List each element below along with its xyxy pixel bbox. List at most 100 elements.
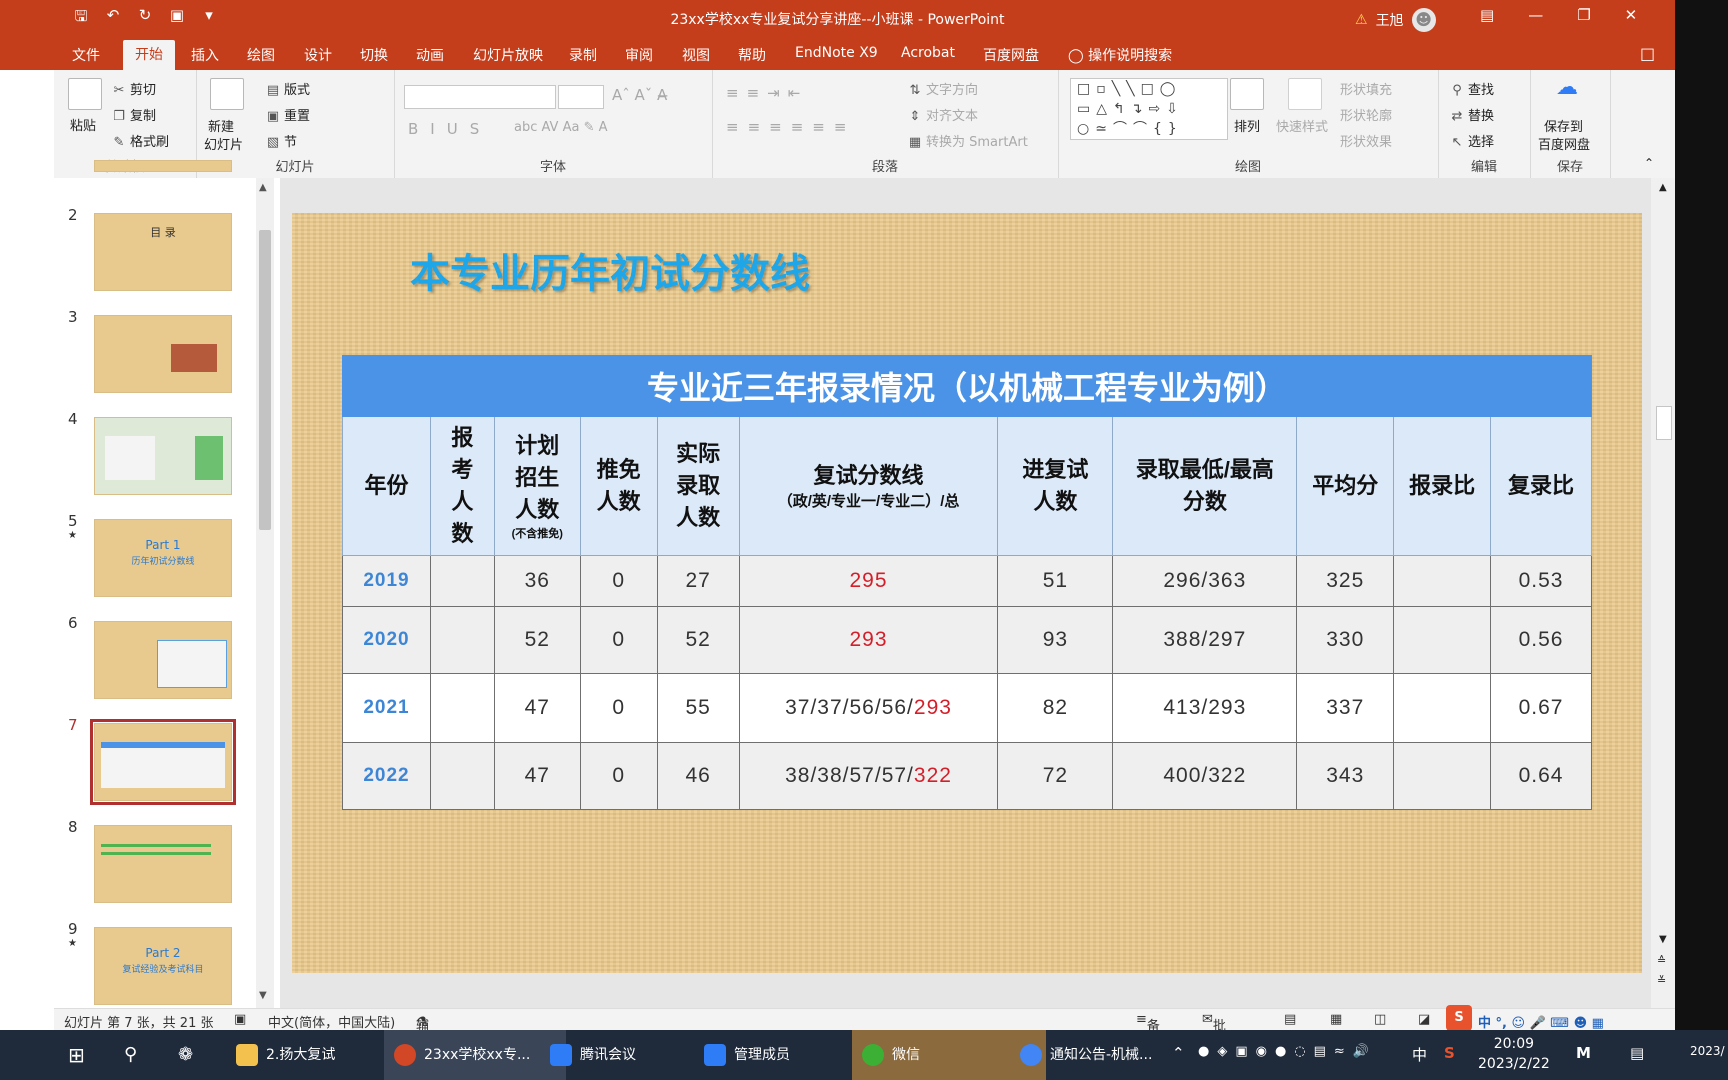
copy-button[interactable]: ❐ 复制 — [112, 105, 156, 124]
scroll-down-icon[interactable]: ▼ — [259, 990, 267, 1001]
taskbar-app-tencent-meeting[interactable]: 腾讯会议 — [540, 1030, 720, 1080]
thumbnail-scrollbar[interactable]: ▲ ▼ — [256, 178, 274, 1008]
tab-transitions[interactable]: 切换 — [360, 45, 388, 65]
replace-button[interactable]: ⇄ 替换 — [1450, 105, 1494, 124]
format-painter-button[interactable]: ✎ 格式刷 — [112, 131, 169, 150]
tab-acrobat[interactable]: Acrobat — [901, 45, 955, 61]
font-size-box[interactable] — [558, 85, 604, 109]
tab-animations[interactable]: 动画 — [416, 45, 444, 65]
select-button[interactable]: ↖ 选择 — [1450, 131, 1494, 150]
tab-record[interactable]: 录制 — [569, 45, 597, 65]
shape-outline-button[interactable]: 形状轮廓 — [1340, 105, 1392, 124]
taskbar-app-manage-members[interactable]: 管理成员 — [694, 1030, 874, 1080]
task-view-icon[interactable]: ❁ — [178, 1030, 193, 1080]
ribbon-display-icon[interactable]: ▤ — [1480, 6, 1494, 24]
arrange-icon[interactable] — [1230, 78, 1264, 110]
scroll-up-icon[interactable]: ▲ — [1659, 182, 1667, 193]
align-text-button[interactable]: ⇕ 对齐文本 — [908, 105, 978, 124]
collapse-ribbon-icon[interactable]: ⌃ — [1644, 156, 1654, 170]
slide-thumbnail-4[interactable] — [94, 417, 232, 495]
tab-design[interactable]: 设计 — [304, 45, 332, 65]
meeting-tray-icon[interactable]: M — [1576, 1044, 1591, 1062]
tab-insert[interactable]: 插入 — [191, 45, 219, 65]
sogou-ime-icon[interactable]: S — [1446, 1005, 1472, 1030]
restore-icon[interactable]: ❐ — [1577, 6, 1590, 24]
tab-baidu[interactable]: 百度网盘 — [983, 45, 1039, 65]
ime-indicator[interactable]: 中 — [1412, 1044, 1427, 1065]
cut-button[interactable]: ✂ 剪切 — [112, 79, 156, 98]
notification-icon[interactable]: ▤ — [1630, 1044, 1644, 1062]
tray-icons[interactable]: ●◈▣◉●◌▤≈🔊 — [1198, 1044, 1377, 1059]
shapes-gallery[interactable]: □▫╲╲□◯ ▭△↰↴⇨⇩ ○≃⌒⌒{} — [1070, 78, 1228, 140]
prev-slide-icon[interactable]: ≙ — [1657, 954, 1666, 967]
comments-icon[interactable]: □ — [1640, 44, 1655, 63]
baidu-cloud-icon[interactable]: ☁ — [1556, 75, 1578, 100]
scroll-thumb[interactable] — [1656, 406, 1672, 440]
font-grow-icon[interactable]: Aˆ Aˇ A̶ — [612, 86, 667, 104]
avatar[interactable]: ☻ — [1411, 8, 1436, 32]
tab-file[interactable]: 文件 — [72, 45, 100, 65]
scroll-down-icon[interactable]: ▼ — [1659, 934, 1667, 945]
quick-styles-icon[interactable] — [1288, 78, 1322, 110]
smartart-button[interactable]: ▦ 转换为 SmartArt — [908, 131, 1028, 150]
tell-me-search[interactable]: ◯ 操作说明搜索 — [1068, 45, 1172, 65]
paste-icon[interactable] — [68, 78, 102, 110]
find-button[interactable]: ⚲ 查找 — [1450, 79, 1494, 98]
account-area[interactable]: ⚠ 王旭 ☻ — [1355, 8, 1436, 32]
text-direction-button[interactable]: ⇅ 文字方向 — [908, 79, 978, 98]
close-icon[interactable]: ✕ — [1625, 6, 1638, 24]
shape-fill-button[interactable]: 形状填充 — [1340, 79, 1392, 98]
admission-table[interactable]: 专业近三年报录情况（以机械工程专业为例） 年份 报考人数 计划 招生 人数 (不… — [342, 355, 1592, 810]
save-to-label[interactable]: 百度网盘 — [1538, 134, 1590, 153]
system-clock[interactable]: 20:09 2023/2/22 — [1478, 1034, 1550, 1074]
scroll-up-icon[interactable]: ▲ — [259, 182, 267, 193]
slide-title[interactable]: 本专业历年初试分数线 — [410, 241, 810, 299]
ime-toolbar[interactable]: 中 °, ☺ 🎤 ⌨ ☻ ▦ — [1478, 1012, 1604, 1030]
slide-thumbnail-7[interactable] — [90, 719, 236, 805]
shape-effects-button[interactable]: 形状效果 — [1340, 131, 1392, 150]
sogou-tray-icon[interactable]: S — [1444, 1044, 1455, 1062]
slide-thumbnail-8[interactable] — [94, 825, 232, 903]
taskbar-app-powerpoint[interactable]: 23xx学校xx专... — [384, 1030, 566, 1080]
font-format-buttons[interactable]: BIUS — [408, 120, 491, 138]
tab-slideshow[interactable]: 幻灯片放映 — [473, 45, 543, 65]
slide-thumbnail-2[interactable]: 目 录 — [94, 213, 232, 291]
layout-button[interactable]: ▤ 版式 — [266, 79, 310, 98]
new-slide-button[interactable]: 新建 — [208, 116, 234, 135]
scroll-thumb[interactable] — [259, 230, 271, 530]
align-icons[interactable]: ≡≡≡≡≡≡ — [726, 118, 855, 136]
tab-endnote[interactable]: EndNote X9 — [795, 45, 878, 61]
spellcheck-icon[interactable]: ▣ — [234, 1012, 246, 1027]
quick-styles-button[interactable]: 快速样式 — [1276, 116, 1328, 135]
normal-view-icon[interactable]: ▤ — [1284, 1012, 1296, 1027]
new-slide-icon[interactable] — [210, 78, 244, 110]
slide-scrollbar[interactable]: ▲ ▼ ≙ ≚ — [1651, 178, 1675, 1008]
tab-review[interactable]: 审阅 — [625, 45, 653, 65]
language-indicator[interactable]: 中文(简体，中国大陆) — [268, 1012, 395, 1030]
list-icons[interactable]: ≡≡⇥⇤ — [726, 84, 808, 102]
slide-thumbnail-9[interactable]: Part 2 复试经验及考试科目 — [94, 927, 232, 1005]
section-button[interactable]: ▧ 节 — [266, 131, 297, 150]
comments-button[interactable]: ✉ 批注 — [1202, 1012, 1226, 1030]
slide-canvas[interactable]: 本专业历年初试分数线 专业近三年报录情况（以机械工程专业为例） 年份 报考人数 … — [292, 213, 1642, 973]
reading-view-icon[interactable]: ◫ — [1374, 1012, 1386, 1027]
windows-start-icon[interactable]: ⊞ — [68, 1030, 85, 1080]
tab-view[interactable]: 视图 — [682, 45, 710, 65]
slide-thumbnail-5[interactable]: Part 1 历年初试分数线 — [94, 519, 232, 597]
notes-button[interactable]: ≡ 备注 — [1136, 1012, 1160, 1030]
tab-help[interactable]: 帮助 — [738, 45, 766, 65]
arrange-button[interactable]: 排列 — [1234, 116, 1260, 135]
font-family-box[interactable] — [404, 85, 556, 109]
paste-button[interactable]: 粘贴 — [70, 115, 96, 134]
thumbnail-partial[interactable] — [94, 160, 232, 172]
new-slide-label[interactable]: 幻灯片 — [204, 134, 243, 153]
slide-thumbnail-3[interactable] — [94, 315, 232, 393]
slide-thumbnail-6[interactable] — [94, 621, 232, 699]
slide-sorter-icon[interactable]: ▦ — [1330, 1012, 1342, 1027]
reset-button[interactable]: ▣ 重置 — [266, 105, 310, 124]
tab-draw[interactable]: 绘图 — [247, 45, 275, 65]
save-to-button[interactable]: 保存到 — [1544, 116, 1583, 135]
search-icon[interactable]: ⚲ — [124, 1030, 137, 1080]
next-slide-icon[interactable]: ≚ — [1657, 974, 1666, 987]
tray-expand-icon[interactable]: ⌃ — [1172, 1044, 1185, 1062]
